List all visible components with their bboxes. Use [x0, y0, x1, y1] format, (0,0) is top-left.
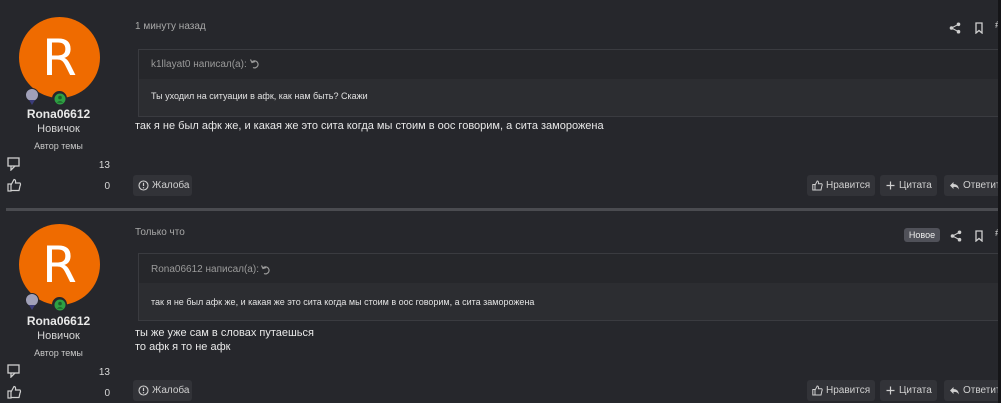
- reply-label: Ответить: [963, 180, 1001, 191]
- message-line: ты же уже сам в словах путаешься: [135, 327, 314, 339]
- thumbs-up-icon: [7, 385, 22, 399]
- thumbs-up-icon: [812, 180, 823, 191]
- new-badge: Новое: [904, 228, 940, 242]
- user-rank: Новичок: [37, 330, 80, 342]
- online-status-icon: [52, 297, 67, 312]
- messages-count: 13: [98, 367, 110, 378]
- reply-arrow-icon: [949, 180, 960, 191]
- thumbs-up-icon: [7, 178, 22, 192]
- quote-author[interactable]: k1llayat0 написал(а):: [151, 59, 247, 70]
- bookmark-icon[interactable]: [973, 229, 985, 243]
- quote-label: Цитата: [899, 180, 932, 191]
- likes-count: 0: [104, 181, 110, 192]
- share-icon[interactable]: [950, 229, 962, 242]
- user-rank: Новичок: [37, 123, 80, 135]
- user-role: Автор темы: [34, 141, 83, 151]
- quote-label: Цитата: [899, 385, 932, 396]
- messages-count: 13: [98, 160, 110, 171]
- post-time[interactable]: Только что: [135, 227, 185, 238]
- post-time[interactable]: 1 минуту назад: [135, 21, 206, 32]
- alert-circle-icon: [138, 385, 149, 396]
- thumbs-up-icon: [812, 385, 823, 396]
- quote-button[interactable]: Цитата: [880, 175, 937, 196]
- username[interactable]: Rona06612: [0, 107, 117, 121]
- post: R Rona06612 Новичок Автор темы 13 0 Толь…: [0, 210, 1001, 403]
- quote-header: k1llayat0 написал(а):: [139, 50, 1001, 79]
- username[interactable]: Rona06612: [0, 314, 117, 328]
- report-label: Жалоба: [152, 180, 190, 191]
- post-message: ты же уже сам в словах путаешься то афк …: [135, 326, 314, 354]
- messages-icon: [7, 364, 22, 379]
- online-status-icon: [52, 91, 67, 106]
- message-line: так я не был афк же, и какая же это сита…: [135, 120, 604, 132]
- report-button[interactable]: Жалоба: [133, 175, 192, 196]
- user-badge-icon: [25, 88, 39, 102]
- report-label: Жалоба: [152, 385, 190, 396]
- messages-icon: [7, 157, 22, 172]
- bookmark-icon[interactable]: [973, 21, 985, 35]
- likes-count: 0: [104, 388, 110, 399]
- like-label: Нравится: [826, 180, 871, 191]
- post: R Rona06612 Новичок Автор темы 13 0 1 ми…: [0, 0, 1001, 200]
- like-button[interactable]: Нравится: [807, 380, 875, 401]
- reply-button[interactable]: Ответить: [944, 175, 1001, 196]
- jump-arrow-icon[interactable]: [249, 57, 261, 69]
- message-line: то афк я то не афк: [135, 341, 231, 353]
- quote-block: Rona06612 написал(а): так я не был афк ж…: [138, 253, 1001, 321]
- post-author-block: R Rona06612 Новичок Автор темы 13 0: [0, 0, 120, 200]
- avatar[interactable]: R: [19, 17, 100, 98]
- post-author-block: R Rona06612 Новичок Автор темы 13 0: [0, 210, 120, 403]
- jump-arrow-icon[interactable]: [260, 263, 272, 275]
- share-icon[interactable]: [949, 21, 961, 34]
- thread-page: R Rona06612 Новичок Автор темы 13 0 1 ми…: [0, 0, 1001, 403]
- reply-arrow-icon: [949, 385, 960, 396]
- user-badge-icon: [25, 293, 39, 307]
- user-role: Автор темы: [34, 348, 83, 358]
- quote-text: так я не был афк же, и какая же это сита…: [151, 297, 535, 307]
- quote-header: Rona06612 написал(а):: [139, 254, 1001, 283]
- like-button[interactable]: Нравится: [807, 175, 875, 196]
- quote-block: k1llayat0 написал(а): Ты уходил на ситуа…: [138, 49, 1001, 117]
- alert-circle-icon: [138, 180, 149, 191]
- report-button[interactable]: Жалоба: [133, 380, 192, 401]
- reply-button[interactable]: Ответить: [944, 380, 1001, 401]
- quote-author[interactable]: Rona06612 написал(а):: [151, 264, 259, 275]
- like-label: Нравится: [826, 385, 871, 396]
- post-message: так я не был афк же, и какая же это сита…: [135, 119, 604, 133]
- plus-icon: [885, 180, 896, 191]
- quote-button[interactable]: Цитата: [880, 380, 937, 401]
- plus-icon: [885, 385, 896, 396]
- reply-label: Ответить: [963, 385, 1001, 396]
- quote-text: Ты уходил на ситуации в афк, как нам быт…: [151, 91, 368, 101]
